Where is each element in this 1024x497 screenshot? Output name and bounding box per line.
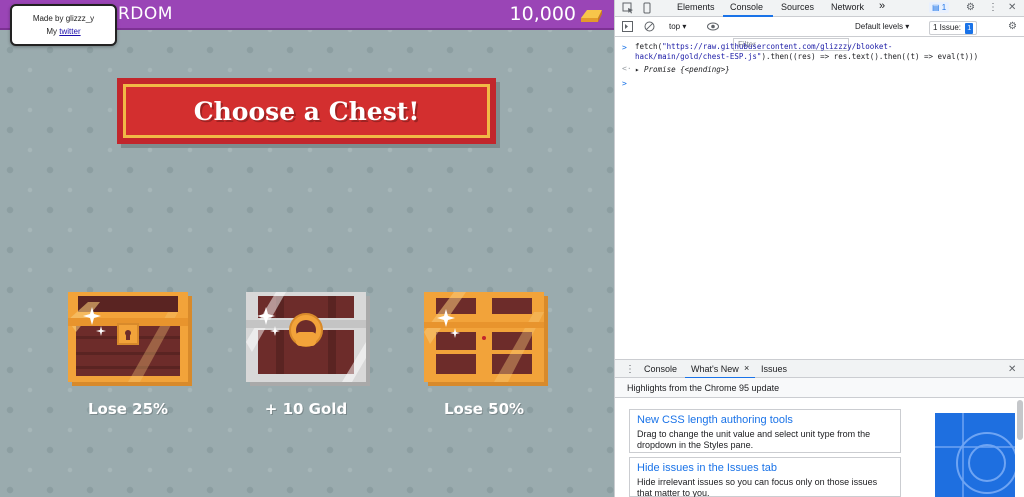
code-url-part-2: hack/main/gold/chest-ESP.js": [635, 52, 762, 61]
console-output[interactable]: > fetch("https://raw.githubusercontent.c…: [615, 37, 1024, 359]
tab-console[interactable]: Console: [730, 2, 763, 12]
whats-new-illustration: [935, 413, 1015, 497]
log-levels-value: Default levels: [855, 22, 904, 31]
credit-text: Made by glizzz_y: [32, 14, 95, 23]
credit-link-line: My twitter: [12, 25, 115, 38]
more-options-icon[interactable]: ⋮: [988, 2, 998, 14]
inspect-element-icon[interactable]: [622, 2, 634, 18]
chrome-update-graphic-icon: [935, 413, 1015, 497]
devtools-pane: Elements Console Sources Network » ▤ 1 ⚙…: [614, 0, 1024, 497]
chevron-down-icon: ▾: [682, 22, 687, 31]
device-toolbar-icon[interactable]: [641, 2, 653, 18]
result-arrow-icon: <·: [622, 64, 632, 73]
clear-console-icon[interactable]: [644, 21, 655, 36]
card-2-title[interactable]: Hide issues in the Issues tab: [637, 461, 893, 475]
context-selector[interactable]: top ▾: [669, 22, 686, 31]
code-then-chain: ).then((res) => res.text().then((t) => e…: [761, 52, 979, 61]
chest-2[interactable]: [246, 292, 370, 386]
banner-inner: Choose a Chest!: [123, 84, 490, 138]
tab-network[interactable]: Network: [831, 2, 864, 12]
chest-1[interactable]: [68, 292, 192, 386]
credit-box: Made by glizzz_y My twitter: [10, 4, 117, 46]
live-expression-eye-icon[interactable]: [707, 21, 719, 36]
whats-new-header: Highlights from the Chrome 95 update: [615, 378, 1024, 398]
drawer-tab-console[interactable]: Console: [644, 364, 677, 374]
context-value: top: [669, 22, 681, 31]
close-devtools-icon[interactable]: ✕: [1008, 2, 1016, 14]
devtools-tab-bar: Elements Console Sources Network » ▤ 1 ⚙…: [615, 0, 1024, 17]
console-settings-gear-icon[interactable]: ⚙: [1008, 21, 1017, 33]
whats-new-card-2[interactable]: Hide issues in the Issues tab Hide irrel…: [629, 457, 901, 497]
card-2-body: Hide irrelevant issues so you can focus …: [637, 477, 878, 497]
chest-icon: [68, 292, 192, 386]
drawer-tab-whats-new[interactable]: What's New: [691, 364, 739, 374]
issues-label: 1 Issue:: [933, 23, 962, 32]
chest-1-label: Lose 25%: [87, 400, 169, 418]
game-pane: RDOM 10,000 Made by glizzz_y My twitter …: [0, 0, 614, 497]
whats-new-card-1[interactable]: New CSS length authoring tools Drag to c…: [629, 409, 901, 453]
issues-counter-button[interactable]: 1 Issue: 1: [929, 21, 978, 35]
drawer-scrollbar[interactable]: [1017, 400, 1023, 440]
card-1-title[interactable]: New CSS length authoring tools: [637, 413, 893, 427]
chest-3-label: Lose 50%: [443, 400, 525, 418]
code-url-part-1: "https://raw.githubusercontent.com/glizz…: [662, 42, 893, 51]
messages-count: 1: [941, 3, 947, 12]
twitter-link[interactable]: twitter: [59, 27, 80, 36]
chest-3[interactable]: [424, 292, 548, 386]
messages-badge[interactable]: ▤ 1: [929, 2, 950, 13]
issues-count: 1: [965, 23, 974, 34]
code-fetch: fetch(: [635, 42, 663, 51]
promise-result: Promise {<pending>}: [644, 65, 730, 74]
more-tabs-button[interactable]: »: [879, 0, 885, 12]
close-whats-new-icon[interactable]: ×: [744, 363, 749, 373]
card-1-body: Drag to change the unit value and select…: [637, 429, 871, 450]
input-prompt-icon: >: [622, 43, 627, 52]
tab-sources[interactable]: Sources: [781, 2, 814, 12]
drawer-tab-bar: ⋮ Console What's New × Issues ✕: [615, 359, 1024, 379]
chest-2-label: + 10 Gold: [264, 400, 348, 418]
console-result-line[interactable]: ▸ Promise {<pending>}: [635, 65, 730, 75]
tab-elements[interactable]: Elements: [677, 2, 715, 12]
console-toolbar: top ▾ Default levels ▾ 1 Issue: 1 ⚙: [615, 17, 1024, 51]
banner-title: Choose a Chest!: [193, 96, 420, 126]
drawer-menu-icon[interactable]: ⋮: [625, 364, 635, 376]
gold-count: 10,000: [509, 3, 576, 25]
choose-chest-banner: Choose a Chest!: [117, 78, 496, 144]
message-icon: ▤: [932, 3, 940, 12]
credit-prefix: My: [46, 27, 60, 36]
settings-gear-icon[interactable]: ⚙: [966, 2, 975, 14]
chevron-down-icon: ▾: [905, 22, 910, 31]
chest-icon: [246, 292, 370, 386]
drawer-tab-issues[interactable]: Issues: [761, 364, 787, 374]
console-input-line-2: hack/main/gold/chest-ESP.js").then((res)…: [635, 52, 978, 62]
game-mode-title: RDOM: [118, 4, 173, 24]
sidebar-toggle-icon[interactable]: [622, 21, 633, 36]
close-drawer-icon[interactable]: ✕: [1008, 364, 1016, 376]
log-levels-dropdown[interactable]: Default levels ▾: [855, 22, 909, 31]
chest-icon: [424, 292, 548, 386]
expand-triangle-icon: ▸: [635, 65, 645, 74]
highlights-heading: Highlights from the Chrome 95 update: [627, 383, 780, 393]
console-prompt-icon: >: [622, 79, 627, 88]
console-input-line-1: fetch("https://raw.githubusercontent.com…: [635, 42, 892, 52]
gold-bar-icon: [581, 10, 602, 22]
